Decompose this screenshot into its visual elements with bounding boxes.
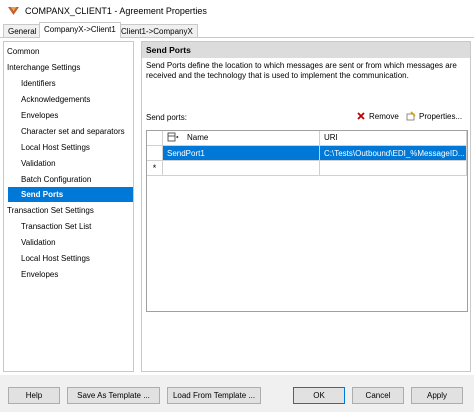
ok-button[interactable]: OK: [293, 387, 345, 404]
tree-item-common[interactable]: Common: [4, 44, 133, 59]
grid-header-uri[interactable]: URI: [320, 131, 467, 146]
properties-button[interactable]: Properties...: [406, 111, 462, 123]
load-from-template-button[interactable]: Load From Template ...: [167, 387, 261, 404]
send-ports-panel: Send Ports Send Ports define the locatio…: [141, 41, 471, 372]
tree-item-ts-local-host-settings[interactable]: Local Host Settings: [18, 251, 133, 266]
tree-item-transaction-set-settings[interactable]: Transaction Set Settings: [4, 203, 133, 218]
grid-cell-uri[interactable]: C:\Tests\Outbound\EDI_%MessageID...: [320, 146, 467, 161]
tree-item-batch-configuration[interactable]: Batch Configuration: [18, 172, 133, 187]
title-bar: COMPANX_CLIENT1 - Agreement Properties: [0, 0, 474, 22]
tree-item-transaction-set-list[interactable]: Transaction Set List: [18, 219, 133, 234]
tab-companyx-client1[interactable]: CompanyX->Client1: [39, 22, 121, 38]
send-ports-grid: Name URI SendPort1 C:\Tests\Outbound\EDI…: [146, 130, 468, 312]
dialog-footer: Help Save As Template ... Load From Temp…: [0, 375, 474, 412]
tab-client1-companyx[interactable]: Client1->CompanyX: [116, 24, 198, 38]
tree-item-envelopes[interactable]: Envelopes: [18, 108, 133, 123]
window-title: COMPANX_CLIENT1 - Agreement Properties: [25, 6, 207, 16]
tree-item-validation[interactable]: Validation: [18, 156, 133, 171]
grid-new-cell-name[interactable]: [163, 161, 320, 176]
save-as-template-button[interactable]: Save As Template ...: [67, 387, 160, 404]
column-icon: [167, 132, 179, 142]
grid-header-name-label: Name: [187, 133, 209, 142]
tab-general[interactable]: General: [3, 24, 42, 38]
properties-label: Properties...: [419, 112, 463, 121]
remove-icon: [357, 112, 365, 120]
settings-tree: Common Interchange Settings Identifiers …: [3, 41, 134, 372]
send-ports-label: Send ports:: [146, 113, 187, 122]
panel-header: Send Ports: [142, 42, 470, 58]
remove-button[interactable]: Remove: [356, 111, 399, 123]
tree-item-send-ports[interactable]: Send Ports: [8, 187, 133, 202]
grid-corner: [147, 131, 163, 146]
tab-strip: General CompanyX->Client1 Client1->Compa…: [0, 22, 474, 38]
tree-item-ts-validation[interactable]: Validation: [18, 235, 133, 250]
tree-item-ts-envelopes[interactable]: Envelopes: [18, 267, 133, 282]
tree-item-identifiers[interactable]: Identifiers: [18, 76, 133, 91]
grid-header-name[interactable]: Name: [163, 131, 320, 146]
apply-button[interactable]: Apply: [411, 387, 463, 404]
tree-item-character-set[interactable]: Character set and separators: [18, 124, 133, 139]
tree-item-interchange-settings[interactable]: Interchange Settings: [4, 60, 133, 75]
grid-new-cell-uri[interactable]: [320, 161, 467, 176]
help-button[interactable]: Help: [8, 387, 60, 404]
grid-new-row-marker[interactable]: *: [147, 161, 163, 176]
remove-label: Remove: [369, 112, 399, 121]
grid-cell-name[interactable]: SendPort1: [163, 146, 320, 161]
tab-content: Common Interchange Settings Identifiers …: [0, 37, 474, 375]
tree-item-acknowledgements[interactable]: Acknowledgements: [18, 92, 133, 107]
cancel-button[interactable]: Cancel: [352, 387, 404, 404]
tree-item-local-host-settings[interactable]: Local Host Settings: [18, 140, 133, 155]
panel-description: Send Ports define the location to which …: [146, 61, 457, 80]
grid-row-header[interactable]: [147, 146, 163, 161]
app-icon: [8, 7, 19, 15]
properties-icon: [406, 111, 416, 121]
